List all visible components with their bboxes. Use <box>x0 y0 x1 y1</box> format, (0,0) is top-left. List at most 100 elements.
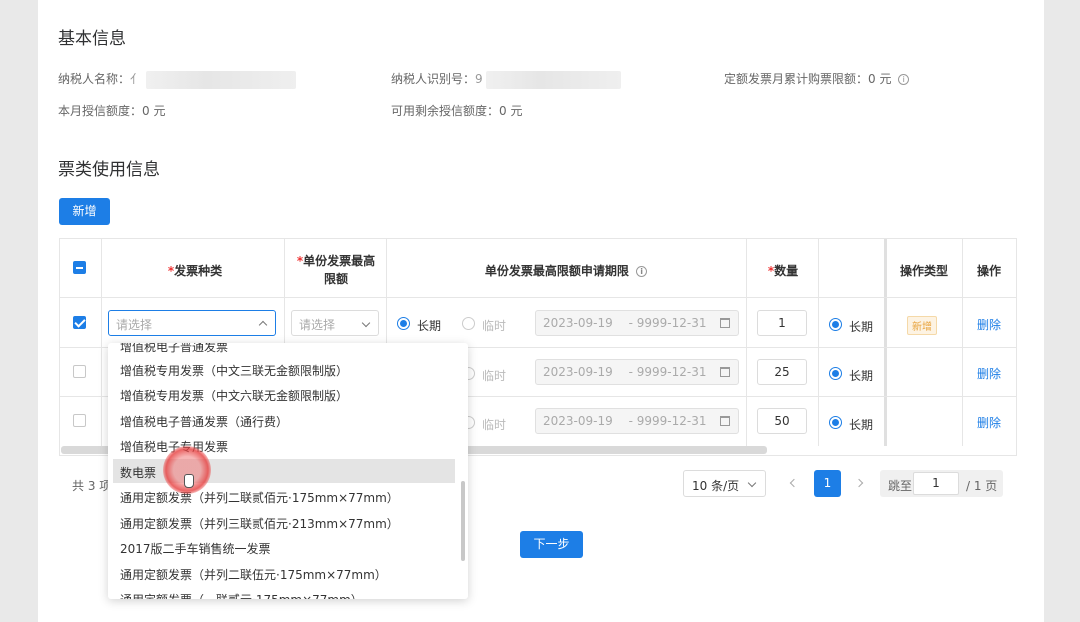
row-checkbox[interactable] <box>73 316 86 329</box>
monthly-credit-value: 0 元 <box>142 104 166 118</box>
dropdown-option[interactable]: 增值税电子普通发票 <box>113 343 455 357</box>
quota-limit: 定额发票月累计购票限额：0 元 i <box>724 70 910 87</box>
row-checkbox[interactable] <box>73 365 86 378</box>
delete-link[interactable]: 删除 <box>977 316 1001 333</box>
jump-input[interactable]: 1 <box>913 472 959 495</box>
qty-long-label: 长期 <box>849 369 874 383</box>
dropdown-option[interactable]: 2017版二手车销售统一发票 <box>113 535 455 559</box>
date-start: 2023-09-19 <box>543 414 613 428</box>
taxpayer-name-label: 纳税人名称： <box>58 72 131 86</box>
page-size-select[interactable]: 10 条/页 <box>683 470 766 497</box>
header-invoice-type-label: 发票种类 <box>174 264 223 278</box>
monthly-credit-label: 本月授信额度： <box>58 104 143 118</box>
invoice-type-select[interactable]: 请选择 <box>108 310 276 336</box>
row-divider <box>60 297 1016 298</box>
qty-long-radio[interactable] <box>829 416 842 429</box>
select-all-checkbox[interactable] <box>73 261 86 274</box>
quota-limit-label: 定额发票月累计购票限额： <box>724 72 869 86</box>
op-type-badge: 新增 <box>907 316 937 335</box>
period-temp-label: 临时 <box>482 319 507 333</box>
dropdown-option[interactable]: 增值税电子普通发票（通行费） <box>113 408 455 432</box>
calendar-icon <box>720 318 730 328</box>
qty-long-radio[interactable] <box>829 318 842 331</box>
monthly-credit: 本月授信额度：0 元 <box>58 102 165 119</box>
column-divider <box>818 239 819 446</box>
remaining-credit-value: 0 元 <box>499 104 523 118</box>
next-step-button[interactable]: 下一步 <box>520 531 583 558</box>
date-range-input[interactable]: 2023-09-19 - 9999-12-31 <box>535 310 739 336</box>
dropdown-option[interactable]: 通用定额发票（并列二联伍元·175mm×77mm） <box>113 561 455 585</box>
dropdown-scrollbar[interactable] <box>461 481 465 561</box>
chevron-down-icon <box>747 478 757 488</box>
page-number-current[interactable]: 1 <box>814 470 841 497</box>
redacted-taxpayer-name <box>145 70 296 89</box>
header-max-amount: *单份发票最高 限额 <box>288 252 384 288</box>
date-separator: - <box>628 365 633 379</box>
calendar-icon <box>720 367 730 377</box>
qty-long-label: 长期 <box>849 320 874 334</box>
date-start: 2023-09-19 <box>543 365 613 379</box>
chevron-up-icon <box>258 320 268 330</box>
dropdown-option[interactable]: 增值税专用发票（中文三联无金额限制版） <box>113 357 455 381</box>
invoice-type-placeholder: 请选择 <box>116 318 153 332</box>
page-size-value: 10 条/页 <box>692 479 740 493</box>
date-separator: - <box>628 414 633 428</box>
header-max-amount-line1: 单份发票最高 <box>303 254 376 268</box>
max-amount-placeholder: 请选择 <box>299 318 336 332</box>
date-range-input[interactable]: 2023-09-19 - 9999-12-31 <box>535 408 739 434</box>
info-icon[interactable]: i <box>898 74 910 85</box>
date-end: 9999-12-31 <box>636 414 707 428</box>
taxpayer-id-value: 9 <box>475 72 483 86</box>
ticket-info-title: 票类使用信息 <box>58 160 160 180</box>
column-divider <box>101 239 102 446</box>
redacted-taxpayer-id <box>486 70 622 89</box>
header-period: 单份发票最高限额申请期限 i <box>466 262 666 279</box>
date-end: 9999-12-31 <box>636 365 707 379</box>
dropdown-option[interactable]: 增值税电子专用发票 <box>113 433 455 457</box>
column-divider <box>746 239 747 446</box>
max-amount-select[interactable]: 请选择 <box>291 310 379 336</box>
header-quantity-label: 数量 <box>774 264 799 278</box>
remaining-credit: 可用剩余授信额度：0 元 <box>391 102 522 119</box>
taxpayer-name-value: 亻 <box>130 72 143 86</box>
qty-long-label: 长期 <box>849 418 874 432</box>
dropdown-option[interactable]: 通用定额发票（并列三联贰佰元·213mm×77mm） <box>113 510 455 534</box>
invoice-type-dropdown: 增值税电子普通发票 增值税专用发票（中文三联无金额限制版） 增值税专用发票（中文… <box>108 343 468 599</box>
period-long-radio[interactable] <box>397 317 410 330</box>
date-separator: - <box>628 316 633 330</box>
header-quantity: *数量 <box>750 262 816 279</box>
period-info-icon[interactable]: i <box>636 266 648 277</box>
dropdown-option[interactable]: 增值税专用发票（中文六联无金额限制版） <box>113 382 455 406</box>
header-max-amount-line2: 限额 <box>323 272 348 286</box>
quantity-input[interactable]: 25 <box>757 359 807 385</box>
qty-long-radio[interactable] <box>829 367 842 380</box>
jump-label: 跳至 <box>888 479 913 493</box>
header-op: 操作 <box>976 264 1001 278</box>
taxpayer-id: 纳税人识别号：9 <box>391 70 622 89</box>
dropdown-option[interactable]: 通用定额发票（并列二联贰佰元·175mm×77mm） <box>113 484 455 508</box>
quantity-input[interactable]: 50 <box>757 408 807 434</box>
dropdown-option[interactable]: 通用定额发票（一联贰元·175mm×77mm） <box>113 586 455 599</box>
period-long-label: 长期 <box>417 319 442 333</box>
calendar-icon <box>720 416 730 426</box>
quantity-input[interactable]: 1 <box>757 310 807 336</box>
date-end: 9999-12-31 <box>636 316 707 330</box>
period-temp-radio[interactable] <box>462 317 475 330</box>
period-temp-label: 临时 <box>482 418 507 432</box>
quota-limit-value: 0 元 <box>868 72 892 86</box>
header-invoice-type: *发票种类 <box>150 262 240 279</box>
header-period-label: 单份发票最高限额申请期限 <box>484 264 629 278</box>
period-temp-label: 临时 <box>482 369 507 383</box>
chevron-down-icon <box>361 318 371 328</box>
total-pages: / 1 页 <box>966 479 998 493</box>
hand-cursor-icon <box>184 474 194 488</box>
date-range-input[interactable]: 2023-09-19 - 9999-12-31 <box>535 359 739 385</box>
add-button[interactable]: 新增 <box>59 198 110 225</box>
row-checkbox[interactable] <box>73 414 86 427</box>
taxpayer-id-label: 纳税人识别号： <box>391 72 476 86</box>
header-op-type: 操作类型 <box>899 264 948 278</box>
delete-link[interactable]: 删除 <box>977 365 1001 382</box>
taxpayer-name: 纳税人名称：亻 <box>58 70 296 89</box>
delete-link[interactable]: 删除 <box>977 414 1001 431</box>
date-start: 2023-09-19 <box>543 316 613 330</box>
